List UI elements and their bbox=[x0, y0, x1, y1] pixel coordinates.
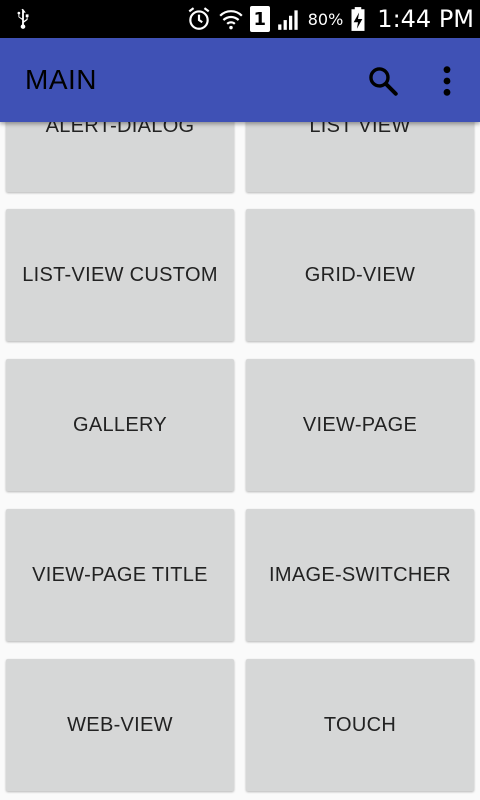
overflow-menu-icon[interactable] bbox=[436, 64, 458, 98]
grid-view-button[interactable]: GRID-VIEW bbox=[246, 209, 474, 341]
web-view-button[interactable]: WEB-VIEW bbox=[6, 659, 234, 791]
image-switcher-button[interactable]: IMAGE-SWITCHER bbox=[246, 509, 474, 641]
signal-icon bbox=[277, 10, 298, 30]
sim-badge: 1 bbox=[249, 6, 270, 32]
battery-charging-icon bbox=[351, 7, 365, 31]
clock: 1:44 PM bbox=[377, 5, 474, 33]
status-bar: 1 80% 1:44 PM bbox=[0, 0, 480, 38]
button-grid-scroll[interactable]: ALERT-DIALOG LIST VIEW LIST-VIEW CUSTOM … bbox=[0, 122, 480, 800]
gallery-button[interactable]: GALLERY bbox=[6, 359, 234, 491]
list-view-custom-button[interactable]: LIST-VIEW CUSTOM bbox=[6, 209, 234, 341]
alert-dialog-button[interactable]: ALERT-DIALOG bbox=[6, 122, 234, 192]
view-page-button[interactable]: VIEW-PAGE bbox=[246, 359, 474, 491]
search-icon[interactable] bbox=[366, 64, 400, 98]
app-title: MAIN bbox=[25, 64, 97, 95]
wifi-icon bbox=[219, 10, 243, 30]
list-view-button[interactable]: LIST VIEW bbox=[246, 122, 474, 192]
app-bar: MAIN bbox=[0, 38, 480, 122]
touch-button[interactable]: TOUCH bbox=[246, 659, 474, 791]
battery-percent: 80% bbox=[307, 9, 344, 29]
alarm-icon bbox=[188, 7, 210, 30]
view-page-title-button[interactable]: VIEW-PAGE TITLE bbox=[6, 509, 234, 641]
usb-icon bbox=[17, 8, 29, 29]
